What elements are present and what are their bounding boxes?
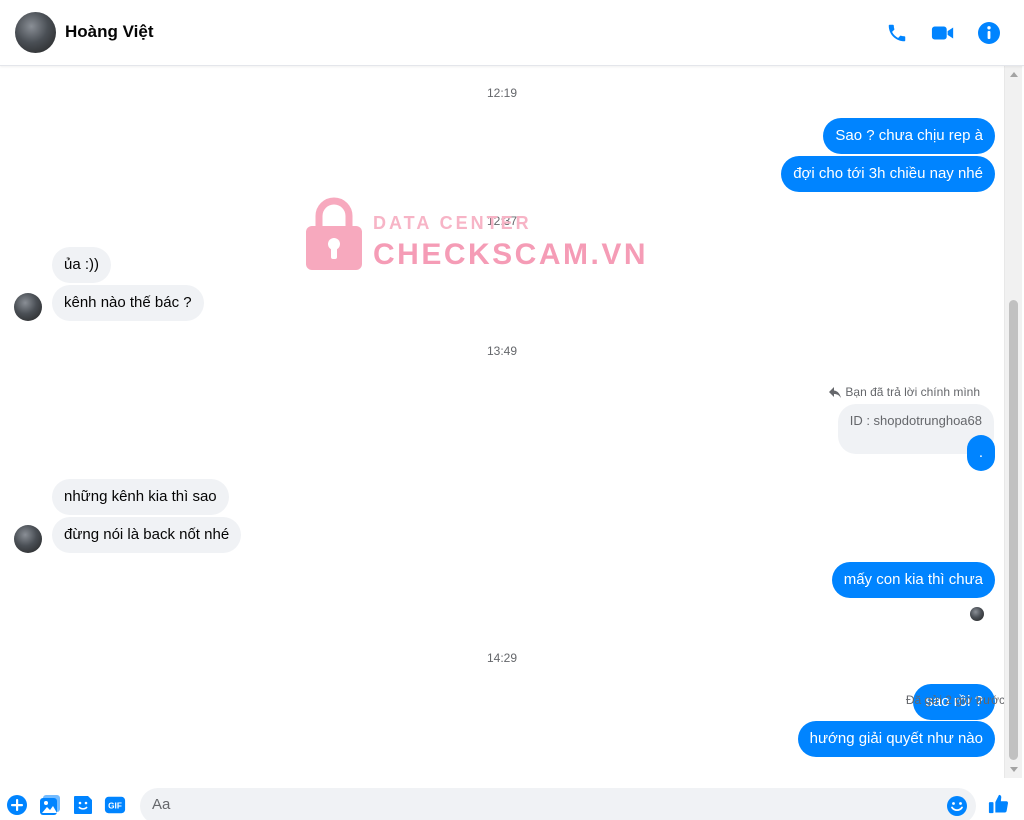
emoji-icon[interactable] bbox=[946, 795, 968, 817]
reply-indicator: Bạn đã trả lời chính mình bbox=[829, 385, 980, 399]
timestamp: 13:49 bbox=[486, 344, 518, 358]
contact-avatar-small[interactable] bbox=[14, 293, 42, 321]
sticker-icon[interactable] bbox=[72, 794, 94, 816]
incoming-message[interactable]: kênh nào thế bác ? bbox=[52, 285, 204, 321]
seen-indicator-avatar bbox=[970, 607, 984, 621]
incoming-message[interactable]: ủa :)) bbox=[52, 247, 112, 283]
reply-label: Bạn đã trả lời chính mình bbox=[845, 385, 980, 399]
thumbs-up-icon[interactable] bbox=[988, 793, 1010, 815]
phone-icon[interactable] bbox=[884, 20, 910, 46]
scrollbar-thumb[interactable] bbox=[1009, 300, 1018, 760]
scroll-up-arrow[interactable] bbox=[1010, 72, 1018, 77]
incoming-message[interactable]: những kênh kia thì sao bbox=[52, 479, 229, 515]
outgoing-message[interactable]: hướng giải quyết như nào bbox=[797, 721, 995, 757]
composer: GIF bbox=[0, 778, 1024, 820]
contact-avatar-small[interactable] bbox=[14, 525, 42, 553]
message-input[interactable] bbox=[152, 796, 942, 813]
timestamp: 14:29 bbox=[486, 651, 518, 665]
reply-arrow-icon bbox=[829, 386, 842, 398]
scroll-down-arrow[interactable] bbox=[1010, 767, 1018, 772]
timestamp: 12:19 bbox=[486, 86, 518, 100]
video-camera-icon[interactable] bbox=[930, 20, 956, 46]
outgoing-message[interactable]: . bbox=[966, 435, 995, 471]
outgoing-message[interactable]: Sao ? chưa chịu rep à bbox=[823, 118, 995, 154]
timestamp: 12:37 bbox=[486, 214, 518, 228]
conversation-header: Hoàng Việt bbox=[0, 0, 1024, 66]
message-input-box[interactable] bbox=[140, 788, 976, 820]
photo-icon[interactable] bbox=[39, 794, 61, 816]
incoming-message[interactable]: đừng nói là back nốt nhé bbox=[52, 517, 242, 553]
scrollbar[interactable] bbox=[1004, 66, 1022, 778]
contact-name[interactable]: Hoàng Việt bbox=[65, 22, 153, 42]
message-list[interactable]: 12:19 Sao ? chưa chịu rep à đợi cho tới … bbox=[0, 66, 1004, 778]
outgoing-message[interactable]: đợi cho tới 3h chiều nay nhé bbox=[781, 156, 995, 192]
info-icon[interactable] bbox=[976, 20, 1002, 46]
sent-status: Đã gửi 2 giờ trước bbox=[905, 693, 1005, 707]
outgoing-message[interactable]: mấy con kia thì chưa bbox=[831, 562, 995, 598]
contact-avatar[interactable] bbox=[15, 12, 56, 53]
plus-icon[interactable] bbox=[6, 794, 28, 816]
svg-text:GIF: GIF bbox=[108, 802, 122, 811]
gif-icon[interactable]: GIF bbox=[104, 794, 126, 816]
